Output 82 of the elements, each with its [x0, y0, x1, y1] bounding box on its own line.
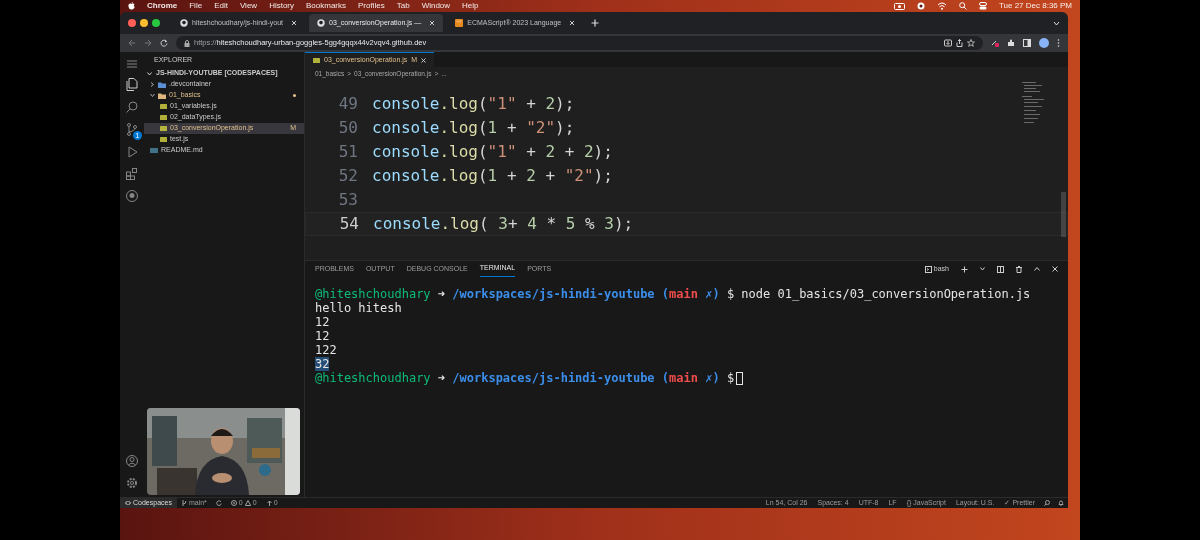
scrollbar-thumb[interactable]: [1061, 192, 1066, 237]
github-icon[interactable]: [126, 190, 138, 202]
markdown-file-icon: [150, 148, 158, 153]
record-icon[interactable]: [916, 2, 925, 10]
close-icon[interactable]: [421, 57, 427, 63]
close-icon[interactable]: [569, 20, 576, 26]
branch-icon: [181, 500, 187, 506]
terminal-line: 12: [315, 315, 330, 329]
code-line: console.log("1" + 2 + 2);: [372, 141, 613, 163]
forward-icon[interactable]: [144, 39, 152, 47]
files-icon[interactable]: [126, 78, 138, 91]
extensions-icon[interactable]: [126, 168, 138, 180]
code-line: console.log(1 + 2 + "2");: [372, 165, 613, 187]
menu-item[interactable]: Edit: [214, 0, 228, 12]
star-icon[interactable]: [967, 39, 975, 47]
terminal-line: 122: [315, 343, 337, 357]
trash-icon[interactable]: [1016, 265, 1022, 273]
source-control-icon[interactable]: [126, 123, 138, 136]
back-icon[interactable]: [128, 39, 136, 47]
menu-item[interactable]: Help: [462, 0, 479, 12]
more-icon[interactable]: [1057, 39, 1060, 47]
menu-item[interactable]: File: [189, 0, 203, 12]
remote-icon: [125, 500, 131, 506]
menu-item[interactable]: View: [239, 0, 258, 12]
sync-icon[interactable]: [215, 500, 222, 506]
bell-icon[interactable]: [1058, 500, 1064, 506]
github-icon: [180, 19, 188, 27]
control-center-icon[interactable]: [978, 2, 987, 10]
code-line: console.log(1 + "2");: [372, 117, 575, 139]
search-icon[interactable]: [126, 101, 138, 113]
menu-item[interactable]: Window: [421, 0, 451, 12]
account-icon[interactable]: [126, 455, 138, 467]
reload-icon[interactable]: [160, 39, 168, 47]
menu-item[interactable]: Bookmarks: [306, 0, 347, 12]
camera-icon[interactable]: [893, 2, 905, 10]
add-icon[interactable]: [961, 265, 968, 273]
close-icon[interactable]: [1052, 266, 1058, 272]
terminal-line: hello hitesh: [315, 301, 402, 315]
chevron-up-icon[interactable]: [1034, 267, 1040, 271]
menu-item[interactable]: Tab: [396, 0, 410, 12]
antenna-icon: [266, 500, 272, 506]
wifi-icon[interactable]: [936, 2, 947, 10]
terminal-line: 12: [315, 329, 330, 343]
chevron-down-icon[interactable]: [1053, 20, 1060, 26]
puzzle-icon[interactable]: [1007, 39, 1015, 47]
feedback-icon[interactable]: [1044, 500, 1050, 506]
github-icon: [317, 19, 326, 27]
search-icon[interactable]: [958, 2, 967, 10]
site-icon: [455, 19, 464, 27]
run-debug-icon[interactable]: [126, 146, 138, 158]
code-line: console.log( 3+ 4 * 5 % 3);: [373, 213, 634, 235]
line-number: 54: [338, 213, 359, 235]
chevron-down-icon: [147, 71, 152, 76]
code-line: console.log("1" + 2);: [372, 93, 575, 115]
terminal-icon: [924, 265, 932, 273]
split-icon[interactable]: [997, 265, 1004, 273]
close-icon[interactable]: [429, 20, 436, 26]
menu-item[interactable]: History: [269, 0, 294, 12]
close-icon[interactable]: [291, 20, 298, 26]
install-icon[interactable]: [944, 39, 952, 47]
line-number: 52: [337, 165, 358, 187]
terminal-line: @hiteshchoudhary ➜ /workspaces/js-hindi-youtube (main ✗) $: [315, 371, 735, 385]
line-number: 53: [337, 189, 358, 211]
apple-icon[interactable]: [128, 2, 135, 10]
share-icon[interactable]: [956, 39, 963, 47]
js-file-icon: [313, 57, 320, 63]
menu-item[interactable]: Profiles: [358, 0, 385, 12]
side-panel-icon[interactable]: [1023, 39, 1031, 47]
line-number: 49: [337, 93, 358, 115]
line-number: 51: [337, 141, 358, 163]
terminal-line: @hiteshchoudhary ➜ /workspaces/js-hindi-youtube (main ✗) $ node 01_basics/03_conversionOperation.js: [315, 287, 1031, 301]
app-menu[interactable]: Chrome: [147, 0, 178, 12]
avatar[interactable]: [1039, 38, 1049, 48]
settings-icon[interactable]: [126, 477, 138, 489]
lock-icon: [184, 39, 190, 47]
warning-icon: [244, 500, 251, 506]
new-tab-icon[interactable]: [591, 19, 600, 27]
chevron-down-icon[interactable]: [980, 267, 985, 271]
menu-clock[interactable]: Tue 27 Dec 8:36 PM: [998, 0, 1072, 12]
line-number: 50: [337, 117, 358, 139]
extension-badge-icon[interactable]: [991, 39, 999, 47]
error-icon: [230, 500, 237, 506]
